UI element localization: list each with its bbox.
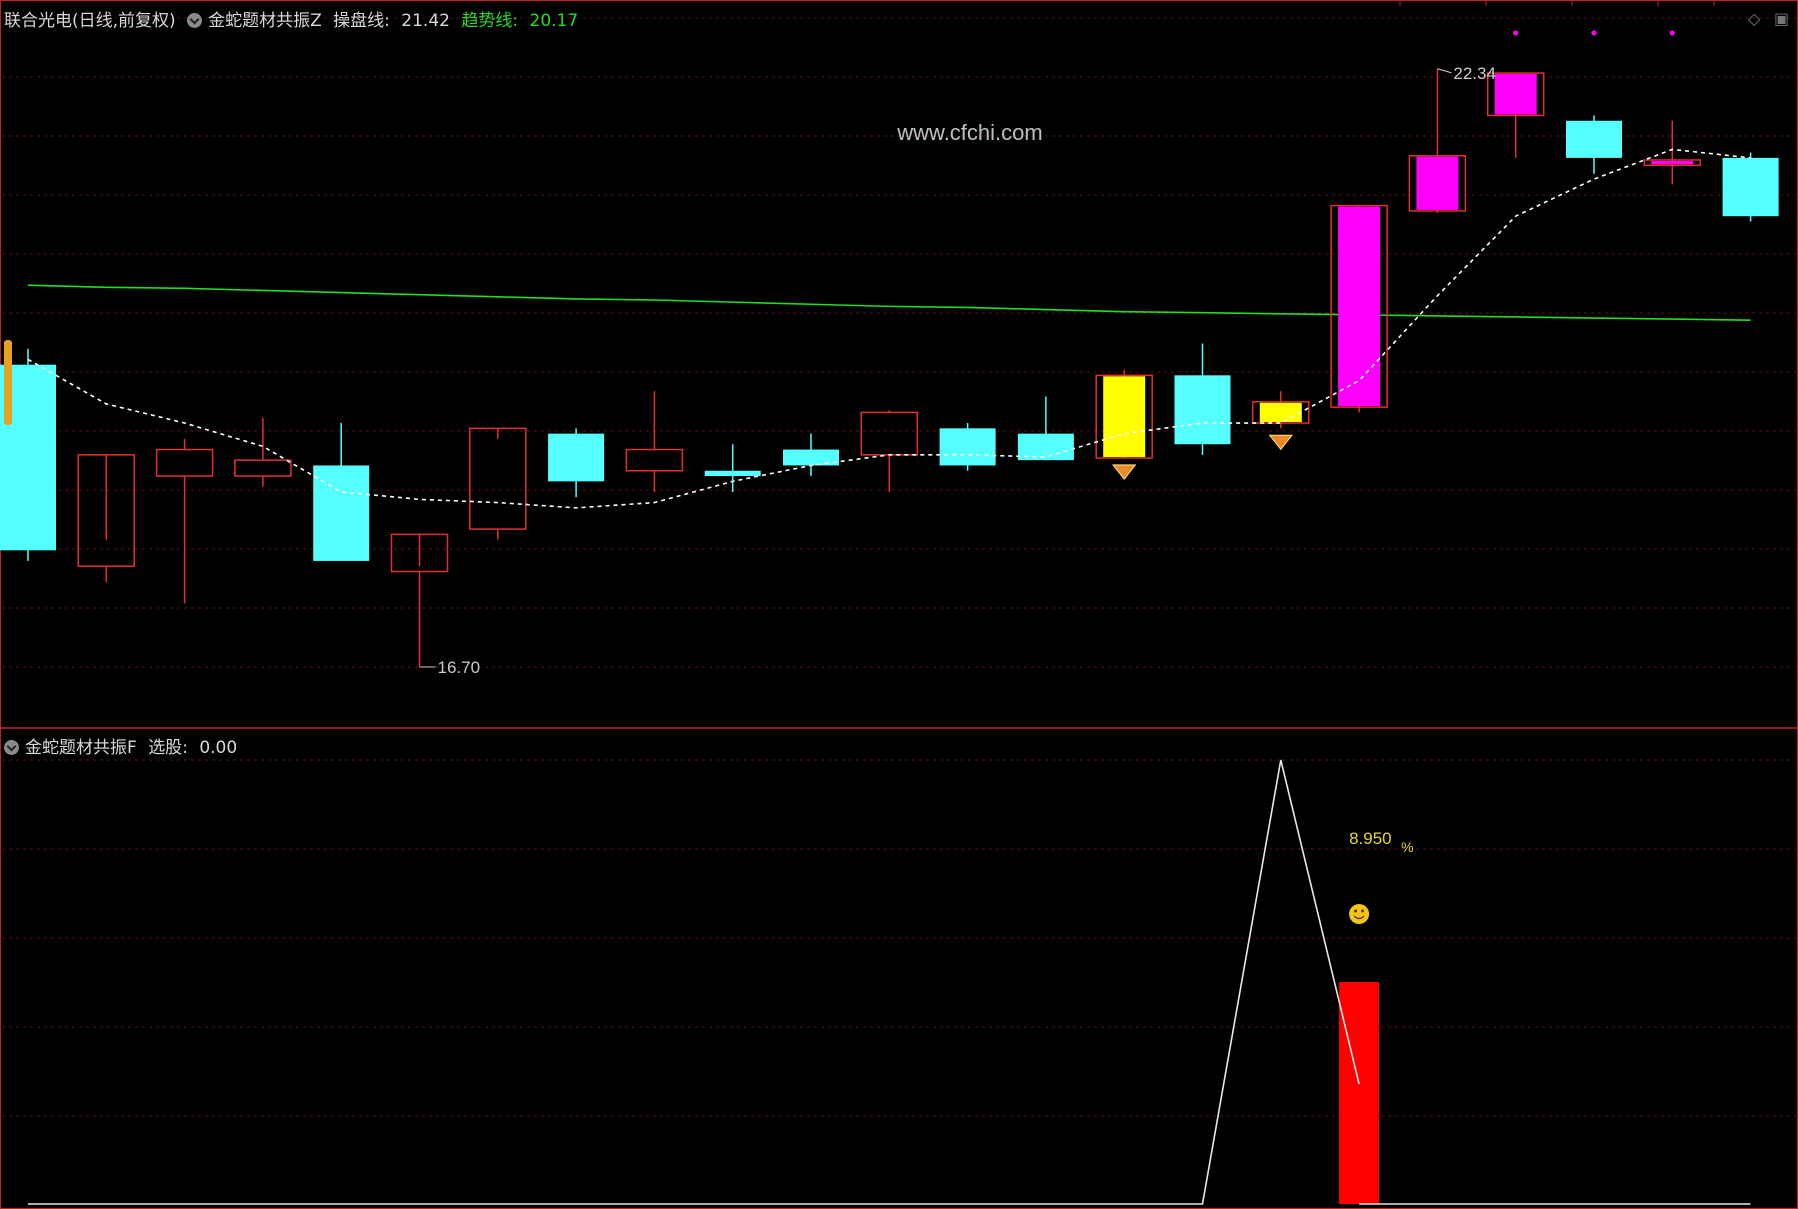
top-dot-marker [1591,30,1597,36]
candle-body [155,448,214,477]
low-price-label: 16.70 [438,658,481,677]
chart-canvas: www.cfchi.com 22.34 16.70 8.950% [0,0,1798,1209]
indicator-menu-icon[interactable] [187,13,203,28]
operating-line-value: 21.42 [401,11,450,31]
high-price-label: 22.34 [1453,64,1496,83]
sub-indicator-menu-icon[interactable] [4,740,19,755]
candle-body [1651,161,1694,165]
operating-line [27,148,1751,509]
candle-body [625,448,684,472]
signal-bar [1339,982,1380,1204]
candle-body [1338,206,1381,407]
gem-signal-icon [1111,464,1137,481]
candle-body [313,465,370,561]
left-gauge-bar [4,340,12,425]
candle-body [1174,375,1231,445]
window-toggle-icon[interactable]: ▣ [1774,9,1789,28]
candle-body [783,449,839,466]
smiley-eye [1354,909,1358,913]
percent-annotation-suffix: % [1401,839,1413,855]
candle-body [1259,402,1302,423]
trend-line [27,284,1751,321]
candle-body [1566,120,1622,158]
candle-body [939,428,996,466]
candle-body [704,470,761,477]
top-dot-marker [1669,30,1675,36]
candle-body [1494,74,1537,115]
high-pointer [1437,68,1452,74]
candle-body [234,459,292,477]
percent-annotation: 8.950 [1349,829,1392,848]
candle-body [860,411,919,456]
diamond-toggle-icon[interactable]: ◇ [1748,9,1760,28]
stock-title[interactable]: 联合光电(日线,前复权) [4,11,176,31]
main-indicator-name[interactable]: 金蛇题材共振Z [208,11,322,31]
candle-body [1103,376,1146,458]
pick-label: 选股 [148,738,183,758]
candle-body [469,427,527,530]
sub-indicator-name[interactable]: 金蛇题材共振F [25,738,137,758]
main-panel-header: 联合光电(日线,前复权) 金蛇题材共振Z 操盘线: 21.42 趋势线: 20.… [4,11,579,31]
pick-line [28,759,1360,1205]
smiley-eye [1361,909,1365,913]
smiley-icon [1349,904,1370,924]
top-dot-marker [1513,30,1519,36]
watermark: www.cfchi.com [896,120,1042,145]
candle-body [548,433,605,482]
sub-panel-header: 金蛇题材共振F 选股: 0.00 [4,733,243,758]
operating-line-label: 操盘线 [333,11,385,31]
candle-body [1416,156,1459,210]
trend-line-value: 20.17 [529,11,579,31]
gem-signal-icon [1268,434,1294,451]
pick-value: 0.00 [199,738,238,758]
trend-line-label: 趋势线 [461,11,513,31]
candle-body [1722,157,1779,217]
